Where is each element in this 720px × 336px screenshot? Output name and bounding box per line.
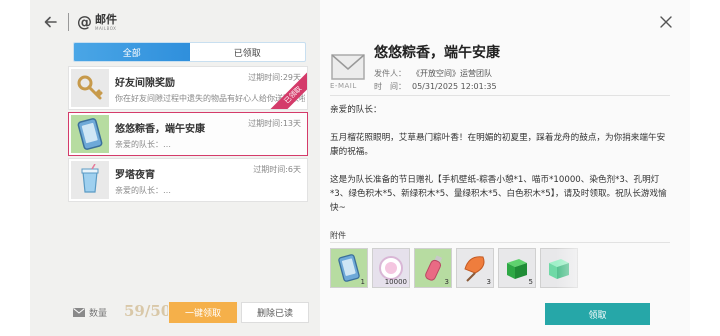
mail-item-dragon-boat[interactable]: 悠悠粽香，端午安康 亲爱的队长：… 过期时间:13天 [68, 112, 308, 156]
attachment-count: 5 [528, 278, 533, 286]
attachments-fade [556, 248, 596, 288]
mail-item-rota-snack[interactable]: 罗塔夜宵 亲爱的队长：… 过期时间:6天 [68, 158, 308, 202]
mail-thumb [71, 161, 109, 199]
sender-row: 发件人： 《开放空间》运营团队 [374, 67, 497, 80]
claim-button[interactable]: 领取 [545, 303, 650, 325]
mail-expire: 过期时间:13天 [248, 119, 301, 128]
page-subtitle: MAILBOX [95, 25, 117, 31]
attachment-count: 1 [360, 278, 365, 286]
lantern-icon [464, 256, 485, 282]
attachment-count: 10000 [384, 278, 407, 286]
top-bar: @ 邮件 MAILBOX [40, 10, 117, 34]
detail-divider [330, 95, 670, 96]
page-title: 邮件 [95, 12, 117, 26]
envelope-icon [73, 307, 85, 317]
claim-all-button[interactable]: 一键领取 [169, 302, 237, 323]
time-value: 05/31/2025 12:01:35 [412, 82, 497, 91]
sender-label: 发件人： [374, 69, 406, 78]
drink-cup-icon [81, 164, 99, 193]
mail-list: 好友间隙奖励 你在好友间隙过程中遗失的物品有好心人给你送回来啦！ 过期时间:29… [68, 66, 308, 204]
mail-count: 数量 [73, 302, 107, 322]
mail-preview: 亲爱的队长：… [115, 140, 171, 149]
attachment-item[interactable]: 1 [330, 248, 368, 288]
mail-title: 好友间隙奖励 [115, 78, 175, 89]
right-margin [690, 0, 720, 336]
mail-thumb [71, 69, 109, 107]
mail-body: 亲爱的队长： 五月榴花照眼明，艾草悬门粽叶香！在明媚的初夏里，踩着龙舟的鼓点，为… [330, 103, 670, 215]
quantity-label: 数量 [89, 308, 108, 319]
mail-thumb [71, 115, 109, 153]
mail-title: 悠悠粽香，端午安康 [115, 124, 205, 135]
attachment-item[interactable]: 10000 [372, 248, 410, 288]
time-row: 时 间： 05/31/2025 12:01:35 [374, 80, 497, 93]
tab-claimed[interactable]: 已领取 [190, 43, 306, 61]
title-block: 邮件 MAILBOX [95, 14, 117, 31]
attachments-row: 1 10000 3 3 5 [330, 248, 578, 288]
attachment-item[interactable]: 3 [456, 248, 494, 288]
close-button[interactable] [656, 12, 676, 32]
body-paragraph: 五月榴花照眼明，艾草悬门粽叶香！在明媚的初夏里，踩着龙舟的鼓点，为你捎来端午安康… [330, 133, 666, 157]
email-caption: E-MAIL [330, 82, 357, 90]
attachment-count: 3 [486, 278, 491, 286]
sender-value: 《开放空间》运营团队 [412, 69, 492, 78]
mail-filter-tabs: 全部 已领取 [73, 42, 306, 62]
attachment-item[interactable]: 3 [414, 248, 452, 288]
back-arrow-icon [44, 16, 57, 28]
attachment-item[interactable]: 5 [498, 248, 536, 288]
dye-bottle-icon [425, 255, 443, 281]
tab-all[interactable]: 全部 [74, 43, 190, 61]
body-paragraph: 这是为队长准备的节日赠礼【手机壁纸-粽香小憩*1、喵币*10000、染色剂*3、… [330, 175, 667, 213]
mail-title: 罗塔夜宵 [115, 170, 155, 181]
close-icon [660, 16, 672, 28]
attachments-label: 附件 [330, 231, 346, 240]
mail-expire: 过期时间:6天 [253, 165, 301, 174]
mail-expire: 过期时间:29天 [248, 73, 301, 82]
mail-meta: 发件人： 《开放空间》运营团队 时 间： 05/31/2025 12:01:35 [374, 67, 497, 93]
mailbox-screen: @ 邮件 MAILBOX 全部 已领取 好友间隙奖励 你在好友间隙过程中遗失的物… [0, 0, 720, 336]
left-margin [0, 0, 30, 336]
time-label: 时 间： [374, 82, 406, 91]
mail-preview: 亲爱的队长：… [115, 186, 171, 195]
phone-card-icon [338, 254, 360, 282]
phone-card-icon [77, 118, 103, 150]
green-block-icon [507, 259, 527, 279]
body-greeting: 亲爱的队长： [330, 105, 382, 115]
attachment-count: 3 [444, 278, 449, 286]
title-divider [68, 13, 69, 31]
mail-detail-title: 悠悠粽香，端午安康 [374, 45, 500, 61]
at-sign-icon: @ [77, 13, 92, 31]
back-button[interactable] [40, 11, 62, 33]
attachments-divider [330, 242, 670, 243]
key-icon [77, 75, 103, 100]
delete-read-button[interactable]: 删除已读 [241, 302, 309, 323]
mail-item-friend-reward[interactable]: 好友间隙奖励 你在好友间隙过程中遗失的物品有好心人给你送回来啦！ 过期时间:29… [68, 66, 308, 110]
quantity-value: 59/500 [124, 302, 168, 320]
